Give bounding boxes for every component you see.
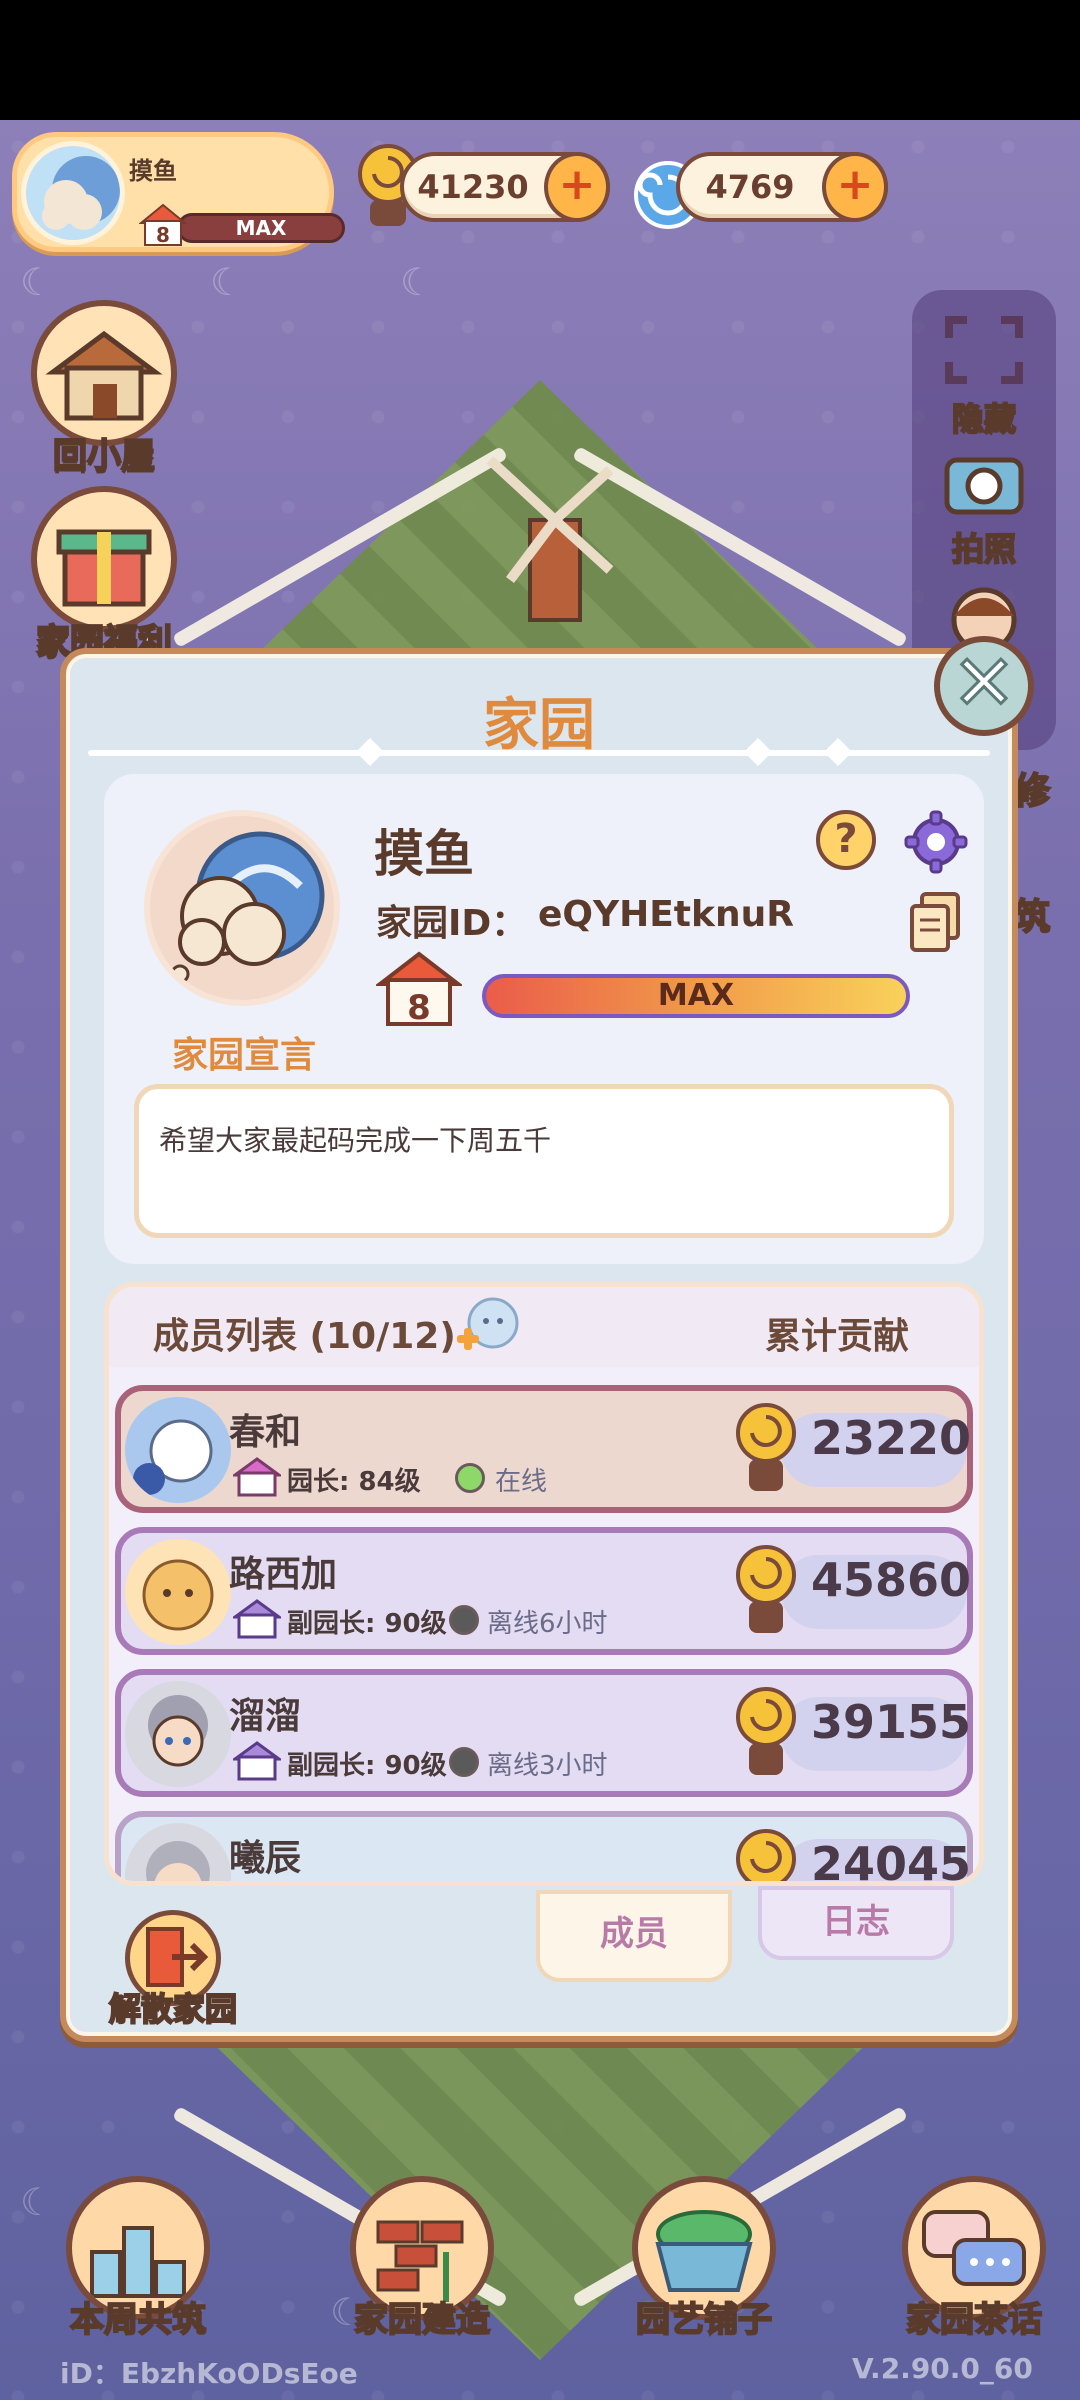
home-build-label: 家园建造: [353, 2299, 491, 2341]
camera-icon: [944, 457, 1024, 515]
add-gems-button[interactable]: +: [822, 152, 888, 222]
home-id-label: 家园ID：: [376, 903, 528, 944]
home-id-value: eQYHEtknuR: [538, 894, 794, 935]
member-avatar: [125, 1681, 231, 1787]
hide-ui-button[interactable]: 隐藏: [912, 310, 1056, 440]
dialog-title: 家园: [483, 693, 595, 758]
status-bar: [0, 0, 1080, 120]
level-status: MAX: [657, 978, 735, 1013]
photo-label: 拍照: [951, 529, 1017, 569]
member-row[interactable]: 溜溜 副园长: 90级 离线3小时 39155: [115, 1669, 973, 1797]
player-id-text: iD：EbzhKoODsEoe: [60, 2357, 358, 2390]
members-list-card: 成员列表 (10/12) 累计贡献 春和 园长: 84级 在线 23220 路西…: [104, 1282, 984, 1886]
offline-status-dot: [449, 1605, 479, 1635]
help-icon[interactable]: ?: [816, 810, 876, 870]
house-level-number: 8: [156, 223, 170, 247]
gem-counter: 4769 +: [676, 152, 888, 222]
version-text: V.2.90.0_60: [852, 2352, 1033, 2385]
home-info-card: 家园宣言 摸鱼 家园ID： eQYHEtknuR ? 8 MAX 希望大家最起码…: [104, 774, 984, 1264]
member-avatar: [125, 1823, 231, 1881]
garden-shop-button[interactable]: 园艺铺子: [604, 2176, 804, 2341]
leader-house-icon: [233, 1457, 281, 1497]
welfare-button[interactable]: 家园福利: [26, 486, 182, 663]
level-progress-bar: MAX: [482, 974, 910, 1018]
member-name: 春和: [229, 1412, 302, 1453]
member-row[interactable]: 春和 园长: 84级 在线 23220: [115, 1385, 973, 1513]
back-home-button[interactable]: 回小屋: [26, 300, 182, 477]
copy-icon[interactable]: [908, 892, 962, 954]
member-avatar: [125, 1397, 231, 1503]
member-status: 离线3小时: [487, 1751, 608, 1781]
member-contribution: 24045: [810, 1837, 971, 1886]
member-contribution: 23220: [810, 1411, 971, 1465]
member-row[interactable]: 路西加 副园长: 90级 离线6小时 45860: [115, 1527, 973, 1655]
member-name: 曦辰: [229, 1838, 302, 1879]
tab-members[interactable]: 成员: [536, 1890, 732, 1982]
member-row[interactable]: 曦辰 24045: [115, 1811, 973, 1886]
home-build-button[interactable]: 家园建造: [322, 2176, 522, 2341]
home-dialog: 家园 家园宣言 摸鱼 家园ID： eQYHEtknuR ? 8 MAX 希望大家…: [60, 648, 1018, 2042]
windmill-decoration: [486, 456, 614, 622]
weekly-build-button[interactable]: 本周共筑: [38, 2176, 238, 2341]
coin-value: 41230: [417, 168, 529, 206]
manifesto-text: 希望大家最起码完成一下周五千: [159, 1124, 552, 1157]
weekly-build-label: 本周共筑: [69, 2299, 207, 2341]
house-level-number: 8: [407, 988, 431, 1028]
level-bar: MAX: [177, 213, 345, 243]
expand-frame-icon: [945, 316, 1023, 384]
home-name: 摸鱼: [374, 825, 474, 883]
level-status: MAX: [235, 216, 287, 240]
dissolve-label: 解散家园: [108, 1989, 238, 2029]
house-icon: [31, 300, 177, 446]
garden-shop-label: 园艺铺子: [635, 2299, 773, 2341]
invite-member-icon[interactable]: [453, 1295, 523, 1359]
members-header: 成员列表 (10/12) 累计贡献: [109, 1287, 979, 1367]
vice-leader-house-icon: [233, 1599, 281, 1639]
gem-value: 4769: [705, 168, 795, 206]
member-role: 副园长: 90级: [287, 1609, 447, 1639]
back-home-label: 回小屋: [52, 435, 156, 477]
vice-leader-house-icon: [233, 1741, 281, 1781]
player-name: 摸鱼: [129, 157, 177, 185]
home-chat-button[interactable]: 家园茶话: [874, 2176, 1074, 2341]
manifesto-label: 家园宣言: [171, 1035, 316, 1076]
gift-icon: [31, 486, 177, 632]
contribution-title: 累计贡献: [765, 1316, 910, 1357]
settings-gear-icon[interactable]: [904, 810, 968, 874]
manifesto-box[interactable]: 希望大家最起码完成一下周五千: [134, 1084, 954, 1238]
online-status-dot: [455, 1463, 485, 1493]
decorate-label: 修: [1013, 770, 1051, 813]
tab-log[interactable]: 日志: [758, 1886, 954, 1960]
member-avatar: [125, 1539, 231, 1645]
member-status: 离线6小时: [487, 1609, 608, 1639]
members-title: 成员列表 (10/12): [153, 1316, 456, 1357]
moon-pattern-icon: ☾: [210, 260, 245, 304]
title-divider: [88, 737, 990, 767]
member-contribution: 39155: [810, 1695, 971, 1749]
member-role: 副园长: 90级: [287, 1751, 447, 1781]
offline-status-dot: [449, 1747, 479, 1777]
build-label: 筑: [1013, 896, 1051, 939]
moon-pattern-icon: ☾: [400, 260, 435, 304]
add-coins-button[interactable]: +: [544, 152, 610, 222]
dissolve-home-button[interactable]: 解散家园: [88, 1910, 258, 2030]
member-status: 在线: [495, 1467, 548, 1497]
photo-button[interactable]: 拍照: [912, 440, 1056, 570]
moon-pattern-icon: ☾: [20, 260, 55, 304]
member-role: 园长: 84级: [287, 1467, 421, 1497]
member-contribution: 45860: [810, 1553, 971, 1607]
member-name: 路西加: [229, 1554, 338, 1595]
member-name: 溜溜: [229, 1696, 302, 1737]
hide-ui-label: 隐藏: [951, 399, 1017, 439]
profile-chip[interactable]: 摸鱼 MAX 8: [12, 132, 345, 252]
home-avatar: [21, 141, 125, 245]
home-chat-label: 家园茶话: [905, 2299, 1043, 2341]
home-avatar[interactable]: [144, 810, 340, 1006]
coin-counter: 41230 +: [400, 152, 610, 222]
close-dialog-button[interactable]: ✕: [934, 636, 1034, 736]
